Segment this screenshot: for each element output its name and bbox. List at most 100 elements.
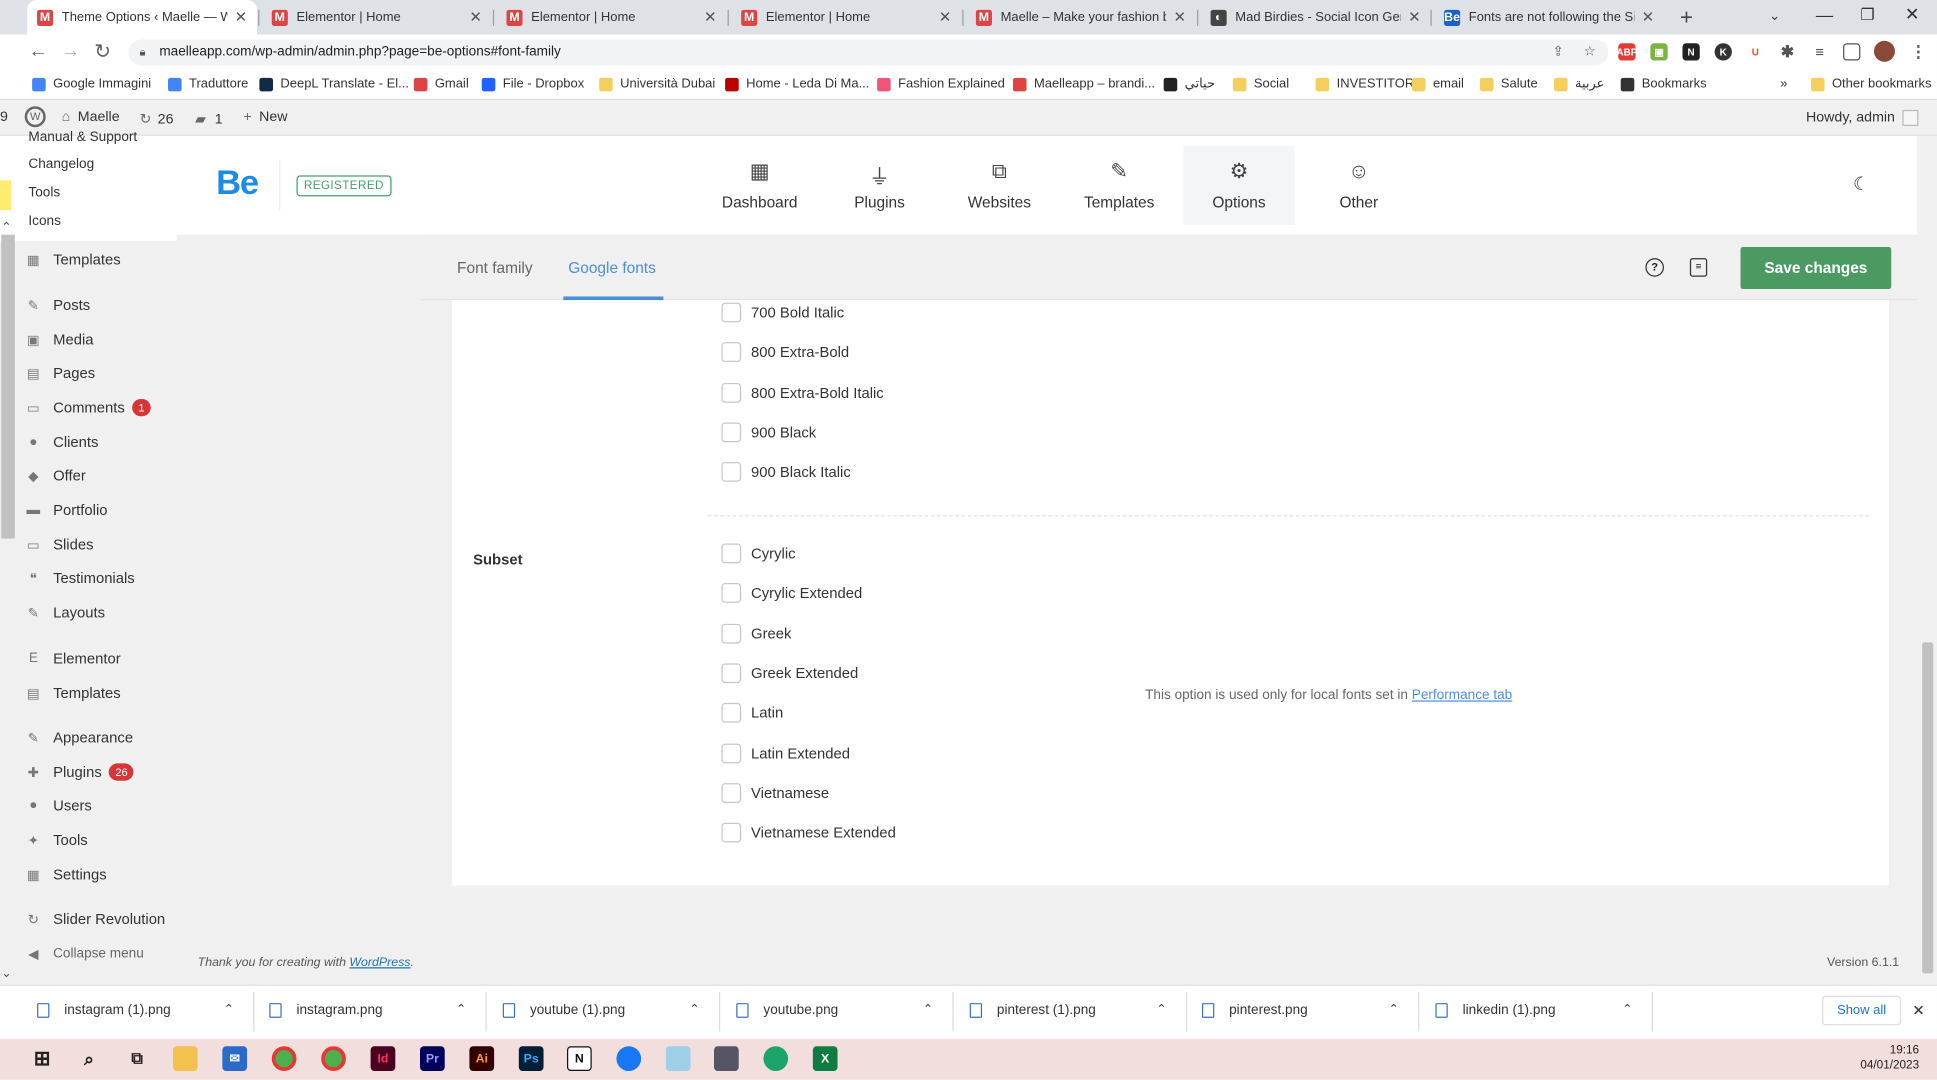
forward-icon[interactable]: →: [57, 38, 84, 65]
other-bookmarks[interactable]: Other bookmarks: [1810, 77, 1931, 91]
font-weight-checkbox[interactable]: 800 Extra-Bold: [721, 342, 849, 362]
close-icon[interactable]: ✕: [235, 9, 247, 26]
sidebar-item-settings[interactable]: ▦ Settings: [25, 866, 107, 883]
close-icon[interactable]: ✕: [1173, 9, 1185, 26]
checkbox-box[interactable]: [721, 623, 742, 644]
sidebar-item-users[interactable]: ● Users: [25, 797, 92, 814]
photoshop-icon[interactable]: Ps: [518, 1046, 544, 1072]
back-icon[interactable]: ←: [25, 38, 52, 65]
avatar[interactable]: [1873, 40, 1895, 62]
submenu-item[interactable]: Manual & Support: [28, 130, 137, 145]
download-item[interactable]: pinterest.png: [1201, 1003, 1308, 1018]
checkbox-box[interactable]: [721, 783, 742, 803]
nav-templates[interactable]: ✎ Templates: [1064, 146, 1175, 225]
messenger-icon[interactable]: [616, 1046, 642, 1072]
tab-google-fonts[interactable]: Google fonts: [568, 259, 656, 276]
bookmark-item[interactable]: DeepL Translate - El...: [259, 77, 409, 91]
font-weight-checkbox[interactable]: 700 Bold Italic: [721, 302, 844, 323]
subset-checkbox[interactable]: Greek: [721, 623, 791, 644]
checkbox-box[interactable]: [721, 743, 742, 764]
reading-list-icon[interactable]: ≡: [1810, 43, 1829, 61]
restore-button[interactable]: ❐: [1860, 5, 1874, 25]
browser-tab[interactable]: ◐ Mad Birdies - Social Icon Gener ✕: [1201, 0, 1431, 35]
chevron-up-icon[interactable]: ⌃: [1622, 1003, 1632, 1017]
right-scrollbar-thumb[interactable]: [1922, 642, 1934, 974]
sidebar-item-tools[interactable]: ✦ Tools: [25, 831, 88, 848]
chevron-up-icon[interactable]: ⌃: [923, 1003, 933, 1017]
chrome-profile-icon[interactable]: [321, 1046, 346, 1072]
font-weight-checkbox[interactable]: 900 Black Italic: [721, 462, 851, 482]
download-item[interactable]: youtube (1).png: [502, 1003, 625, 1018]
checkbox-box[interactable]: [721, 342, 742, 362]
sidebar-item-plugins[interactable]: ✚ Plugins 26: [25, 763, 134, 781]
premiere-icon[interactable]: Pr: [420, 1046, 445, 1072]
notion-icon[interactable]: N: [1682, 43, 1700, 61]
show-all-button[interactable]: Show all: [1822, 995, 1902, 1026]
k-extension-icon[interactable]: K: [1714, 43, 1732, 61]
chevron-down-icon[interactable]: ⌄: [1769, 7, 1780, 24]
sidebar-item-pages[interactable]: ▤ Pages: [25, 364, 95, 381]
subset-checkbox[interactable]: Latin: [721, 702, 783, 723]
performance-tab-link[interactable]: Performance tab: [1412, 688, 1512, 703]
sidebar-item-slides[interactable]: ▭ Slides: [25, 536, 94, 553]
bookmark-item[interactable]: INVESTITORI: [1315, 77, 1418, 91]
nav-plugins[interactable]: ⏚ Plugins: [824, 146, 935, 225]
bookmark-item[interactable]: Maelleapp – brandi...: [1012, 77, 1155, 91]
chevron-up-icon[interactable]: ⌃: [689, 1003, 699, 1017]
checkbox-box[interactable]: [721, 462, 742, 482]
reload-icon[interactable]: ↻: [89, 38, 116, 65]
browser-tab[interactable]: M Maelle – Make your fashion bra ✕: [966, 0, 1196, 35]
bookmark-item[interactable]: Home - Leda Di Ma...: [725, 77, 869, 91]
sidebar-item-slider-revolution[interactable]: ↻ Slider Revolution: [25, 910, 166, 927]
howdy-account-link[interactable]: Howdy, admin: [1806, 109, 1919, 127]
checkbox-box[interactable]: [721, 822, 742, 843]
submenu-item[interactable]: Icons: [28, 214, 60, 229]
font-weight-checkbox[interactable]: 800 Extra-Bold Italic: [721, 382, 884, 403]
scroll-down-arrow[interactable]: ⌄: [1, 967, 11, 981]
bookmark-item[interactable]: Social: [1232, 77, 1289, 91]
font-weight-checkbox[interactable]: 900 Black: [721, 422, 816, 443]
subset-checkbox[interactable]: Vietnamese Extended: [721, 822, 896, 843]
close-window-button[interactable]: ✕: [1905, 4, 1919, 25]
close-icon[interactable]: ✕: [1642, 9, 1654, 26]
calculator-icon[interactable]: [714, 1046, 739, 1072]
browser-tab[interactable]: M Elementor | Home ✕: [497, 0, 727, 35]
file-explorer-icon[interactable]: [172, 1046, 198, 1072]
sidebar-item-collapse-menu[interactable]: ◀ Collapse menu: [25, 945, 144, 962]
puzzle-icon[interactable]: ✱: [1778, 42, 1797, 61]
browser-tab[interactable]: M Elementor | Home ✕: [262, 0, 492, 35]
close-downloads-icon[interactable]: ✕: [1912, 1002, 1924, 1019]
bookmark-item[interactable]: Fashion Explained: [877, 77, 1005, 91]
checkbox-box[interactable]: [721, 302, 742, 323]
bookmark-item[interactable]: Salute: [1479, 77, 1538, 91]
star-icon[interactable]: ☆: [1584, 40, 1596, 66]
nav-other[interactable]: ☺ Other: [1303, 146, 1414, 225]
bookmark-item[interactable]: email: [1411, 77, 1464, 91]
chrome-icon[interactable]: [271, 1046, 297, 1072]
close-icon[interactable]: ✕: [1408, 9, 1420, 26]
download-item[interactable]: instagram (1).png: [37, 1003, 171, 1018]
checkbox-box[interactable]: [721, 702, 742, 723]
nav-dashboard[interactable]: ▦ Dashboard: [704, 146, 815, 225]
chevron-up-icon[interactable]: ⌃: [456, 1003, 466, 1017]
help-icon[interactable]: ?: [1645, 258, 1664, 277]
bookmark-item[interactable]: Gmail: [413, 77, 469, 91]
submenu-item[interactable]: Changelog: [28, 157, 94, 172]
sidebar-item-testimonials[interactable]: ❝ Testimonials: [25, 569, 135, 586]
edge-icon[interactable]: [763, 1046, 789, 1072]
app-icon[interactable]: [665, 1046, 691, 1072]
close-icon[interactable]: ✕: [704, 9, 716, 26]
notes-icon[interactable]: ≡: [1689, 258, 1708, 277]
indesign-icon[interactable]: Id: [370, 1046, 396, 1072]
nav-websites[interactable]: ⧉ Websites: [944, 146, 1055, 225]
new-tab-button[interactable]: +: [1680, 5, 1693, 31]
updates-link[interactable]: ↻ 26: [140, 110, 174, 127]
checkbox-box[interactable]: [721, 382, 742, 403]
share-icon[interactable]: ⇪: [1553, 40, 1564, 66]
bookmark-item[interactable]: Traduttore: [168, 77, 248, 91]
subset-checkbox[interactable]: Cyrylic: [721, 543, 796, 564]
chevron-up-icon[interactable]: ⌃: [224, 1003, 234, 1017]
excel-icon[interactable]: X: [812, 1046, 838, 1072]
close-icon[interactable]: ✕: [939, 9, 951, 26]
subset-checkbox[interactable]: Latin Extended: [721, 743, 850, 764]
